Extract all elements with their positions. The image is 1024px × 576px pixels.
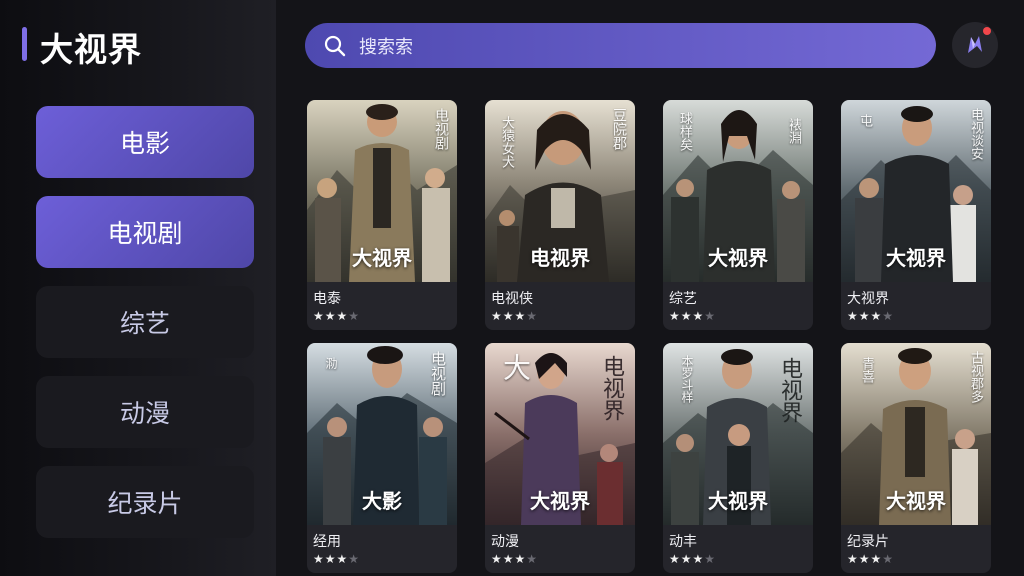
rating-stars: ★★★★ xyxy=(847,552,895,566)
poster-side-text-right: 豆院郡 xyxy=(611,108,627,150)
content-card[interactable]: 青喜 古视郡多 大视界 纪录片 ★★★★ xyxy=(841,343,991,573)
poster-side-text-right: 电视界 xyxy=(599,355,624,421)
content-card[interactable]: 电视剧 大视界 电泰 ★★★★ xyxy=(307,100,457,330)
poster-side-text-right: 电视剧 xyxy=(433,108,449,150)
content-card[interactable]: 屯 电视谈安 大视界 大视界 ★★★★ xyxy=(841,100,991,330)
nav-item-tv-series[interactable]: 电视剧 xyxy=(36,196,254,268)
poster-side-text-right: 电视谈安 xyxy=(968,108,983,160)
card-title: 电视侠 xyxy=(491,291,533,307)
rating-stars: ★★★★ xyxy=(491,552,539,566)
rating-stars: ★★★★ xyxy=(847,309,895,323)
brand-badge-button[interactable] xyxy=(952,22,998,68)
card-title: 动漫 xyxy=(491,534,519,550)
nav-item-anime[interactable]: 动漫 xyxy=(36,376,254,448)
brand-logo-icon xyxy=(968,36,982,53)
poster-side-text-left: 泐 xyxy=(324,357,338,369)
card-title: 综艺 xyxy=(669,291,697,307)
rating-stars: ★★★★ xyxy=(313,552,361,566)
card-title: 经用 xyxy=(313,534,341,550)
poster-title: 大视界 xyxy=(708,489,768,513)
poster-title: 大视界 xyxy=(886,489,946,513)
card-title: 纪录片 xyxy=(847,534,889,550)
app-title: 大视界 xyxy=(40,30,142,69)
rating-stars: ★★★★ xyxy=(491,309,539,323)
poster-side-text-right: 电视剧 xyxy=(429,351,447,396)
content-card[interactable]: 大猿女犬 豆院郡 电视界 电视侠 ★★★★ xyxy=(485,100,635,330)
rating-stars: ★★★★ xyxy=(313,309,361,323)
search-icon xyxy=(324,35,346,56)
card-title: 电泰 xyxy=(313,291,341,307)
nav-item-variety[interactable]: 综艺 xyxy=(36,286,254,358)
search-placeholder: 搜索索 xyxy=(359,36,413,58)
poster-side-text-left: 大猿女犬 xyxy=(499,116,514,168)
poster-title: 大视界 xyxy=(530,489,590,513)
sidebar: 大视界 电影 电视剧 综艺 动漫 纪录片 xyxy=(0,0,276,576)
poster-side-text-left: 屯 xyxy=(857,114,872,127)
nav-item-documentary[interactable]: 纪录片 xyxy=(36,466,254,538)
poster-side-text-right: 古视郡多 xyxy=(968,351,983,403)
poster-title: 大影 xyxy=(362,489,402,513)
card-title: 大视界 xyxy=(847,291,889,307)
card-title: 动丰 xyxy=(669,534,697,550)
poster-title: 电视界 xyxy=(530,246,590,270)
rating-stars: ★★★★ xyxy=(669,309,717,323)
content-card[interactable]: 大 电视界 大视界 动漫 ★★★★ xyxy=(485,343,635,573)
content-card[interactable]: 泐 电视剧 大影 经用 ★★★★ xyxy=(307,343,457,573)
brand-accent-bar xyxy=(22,27,27,61)
poster-title: 大视界 xyxy=(352,246,412,270)
search-bar[interactable]: 搜索索 xyxy=(305,23,936,68)
poster-side-text-left: 球样矣 xyxy=(677,112,692,151)
poster-side-text-right: 电视界 xyxy=(777,357,802,423)
content-card[interactable]: 球样矣 裱淵 大视界 综艺 ★★★★ xyxy=(663,100,813,330)
rating-stars: ★★★★ xyxy=(669,552,717,566)
poster-side-text-left: 大 xyxy=(499,353,532,381)
poster-side-text-left: 青喜 xyxy=(859,357,874,383)
nav-item-movies[interactable]: 电影 xyxy=(36,106,254,178)
poster-title: 大视界 xyxy=(886,246,946,270)
poster-side-text-left: 本罗斗样 xyxy=(680,355,694,403)
content-card[interactable]: 本罗斗样 电视界 大视界 动丰 ★★★★ xyxy=(663,343,813,573)
poster-side-text-right: 裱淵 xyxy=(786,118,801,144)
poster-title: 大视界 xyxy=(708,246,768,270)
notification-dot xyxy=(983,27,991,35)
